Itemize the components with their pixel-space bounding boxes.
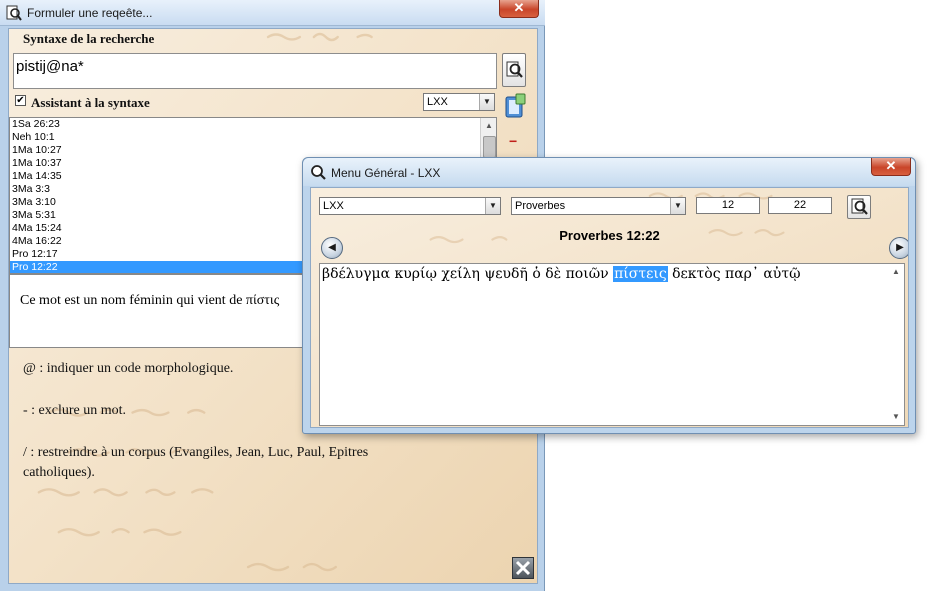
next-verse-button[interactable]: ▶ xyxy=(889,237,908,259)
menu-window-titlebar[interactable]: Menu Général - LXX ✕ xyxy=(303,158,915,186)
syntax-label: Syntaxe de la recherche xyxy=(23,31,155,46)
scroll-down-icon[interactable]: ▼ xyxy=(888,409,904,425)
menu-corpus-value: LXX xyxy=(323,200,344,212)
verse-text-after: δεκτὸς παρ᾽ αὐτῷ xyxy=(667,266,801,282)
search-document-icon xyxy=(6,5,22,21)
reference-title: Proverbes 12:22 xyxy=(559,228,660,243)
assistant-checkbox[interactable]: ✔ xyxy=(15,95,26,106)
search-input[interactable]: pistij@na* xyxy=(13,53,497,89)
menu-window-client: LXX ▼ Proverbes ▼ 12 22 ◀ Proverbes 12:2… xyxy=(310,187,909,428)
help-corpus: / : restreindre à un corpus (Evangiles, … xyxy=(23,445,369,480)
search-icon xyxy=(311,165,326,180)
list-item[interactable]: Neh 10:1 xyxy=(10,131,496,144)
corpus-book-icon[interactable] xyxy=(502,91,528,123)
scroll-thumb[interactable] xyxy=(483,136,496,158)
verse-input[interactable]: 22 xyxy=(768,197,832,214)
corpus-select[interactable]: LXX ▼ xyxy=(423,93,495,111)
list-item[interactable]: 1Ma 10:27 xyxy=(10,144,496,157)
minus-icon[interactable]: − xyxy=(509,133,517,149)
chevron-down-icon: ▼ xyxy=(485,198,500,214)
chevron-down-icon: ▼ xyxy=(479,94,494,110)
menu-search-button[interactable] xyxy=(847,195,871,219)
menu-window-title: Menu Général - LXX xyxy=(331,166,441,180)
book-select[interactable]: Proverbes ▼ xyxy=(511,197,686,215)
chevron-down-icon: ▼ xyxy=(670,198,685,214)
menu-corpus-select[interactable]: LXX ▼ xyxy=(319,197,501,215)
verse-text: βδέλυγμα κυρίῳ χείλη ψευδῆ ὁ δὲ ποιῶν πί… xyxy=(322,266,800,282)
corpus-select-value: LXX xyxy=(427,96,448,108)
search-document-icon xyxy=(506,61,523,78)
verse-text-before: βδέλυγμα κυρίῳ χείλη ψευδῆ ὁ δὲ ποιῶν xyxy=(322,266,614,282)
search-document-icon xyxy=(851,198,868,215)
close-icon xyxy=(515,560,531,576)
description-text: Ce mot est un nom féminin qui vient de π… xyxy=(20,293,280,308)
assistant-label: Assistant à la syntaxe xyxy=(31,95,150,110)
book-icon xyxy=(505,93,526,118)
chapter-input[interactable]: 12 xyxy=(696,197,760,214)
scroll-up-icon[interactable]: ▲ xyxy=(481,118,496,134)
book-select-value: Proverbes xyxy=(515,200,566,212)
scroll-up-icon[interactable]: ▲ xyxy=(888,264,904,280)
verse-text-area[interactable]: βδέλυγμα κυρίῳ χείλη ψευδῆ ὁ δὲ ποιῶν πί… xyxy=(319,263,905,426)
list-item[interactable]: 1Sa 26:23 xyxy=(10,118,496,131)
query-window-title: Formuler une reqeête... xyxy=(27,6,153,20)
query-window-titlebar[interactable]: Formuler une reqeête... ✕ xyxy=(0,0,545,26)
menu-window-close-button[interactable]: ✕ xyxy=(871,158,911,176)
text-scrollbar[interactable]: ▲ ▼ xyxy=(888,264,904,425)
menu-window: Menu Général - LXX ✕ LXX ▼ Proverbes ▼ 1… xyxy=(302,157,916,434)
search-button[interactable] xyxy=(502,53,526,87)
query-window-close-button[interactable]: ✕ xyxy=(499,0,539,18)
close-button[interactable] xyxy=(512,557,534,579)
highlighted-word[interactable]: πίστεις xyxy=(613,266,668,282)
